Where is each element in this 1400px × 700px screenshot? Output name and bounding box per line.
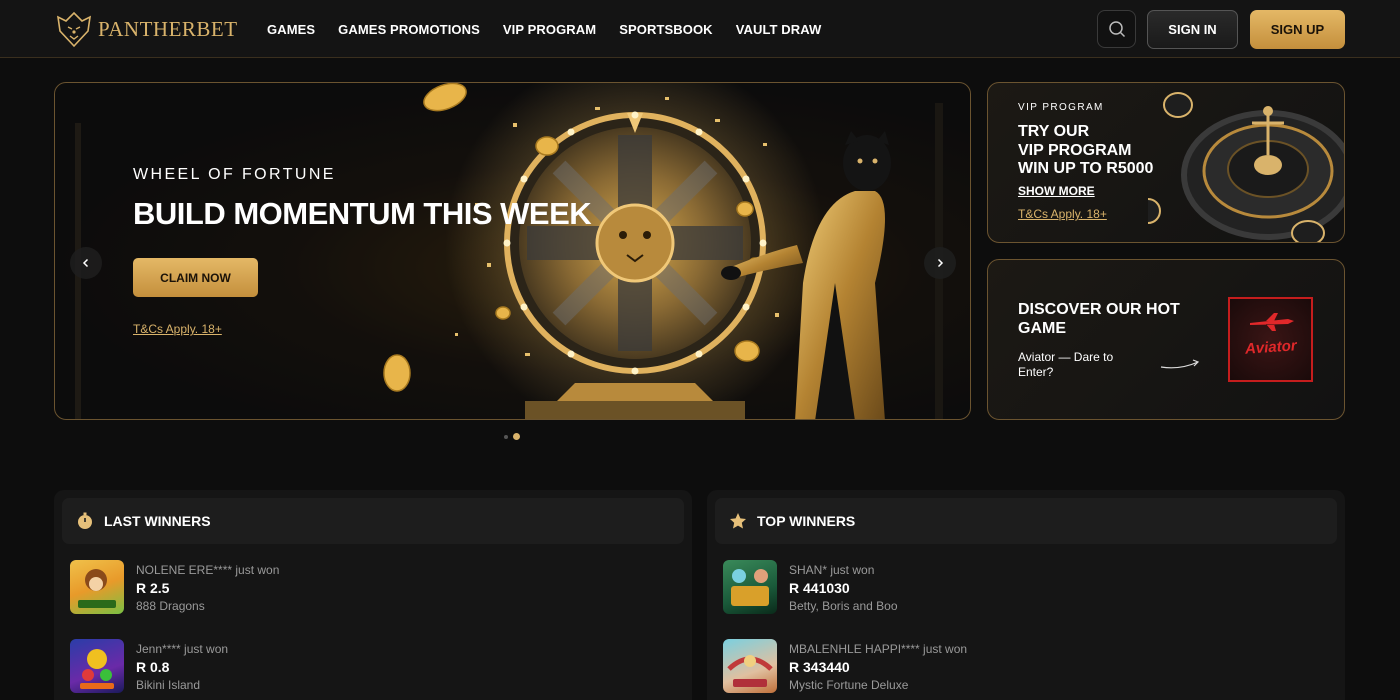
hero-eyebrow: WHEEL OF FORTUNE [133,166,336,183]
sign-up-button[interactable]: SIGN UP [1250,10,1345,49]
winner-name: Jenn**** just won [136,642,229,656]
mystic-fortune-art-icon [727,655,773,687]
stopwatch-icon [78,512,92,529]
winner-game[interactable]: Bikini Island [136,678,228,692]
vip-terms-link[interactable]: T&Cs Apply. 18+ [1018,207,1107,221]
vip-eyebrow: VIP PROGRAM [1018,102,1104,113]
star-icon [730,513,746,529]
winner-info: NOLENE ERE**** just won R 2.5 888 Dragon… [136,560,279,616]
hot-game-title-line-1: DISCOVER OUR HOT [1018,301,1180,318]
vip-show-more-link[interactable]: SHOW MORE [1018,184,1095,198]
brand-name: PANTHERBET [98,16,238,41]
vip-title-line-2: VIP PROGRAM [1018,141,1132,159]
game-thumbnail[interactable] [70,639,124,693]
chevron-left-icon [82,258,89,268]
last-winners-panel: LAST WINNERS NOLENE ERE**** just won R 2… [54,490,692,700]
top-header: PANTHERBET GAMES GAMES PROMOTIONS VIP PR… [0,0,1400,58]
winner-row[interactable]: MBALENHLE HAPPI**** just won R 343440 My… [723,639,967,695]
search-icon [1108,21,1125,38]
game-thumbnail[interactable] [723,639,777,693]
winner-name: SHAN* just won [789,563,875,577]
game-thumbnail[interactable] [723,560,777,614]
dragon-game-art-icon [78,569,116,608]
winner-info: SHAN* just won R 441030 Betty, Boris and… [789,560,898,616]
plane-icon [1250,313,1294,331]
pantherbet-logo[interactable]: PANTHERBET [54,8,238,50]
carousel-prev-button[interactable] [70,247,102,279]
nav-sportsbook[interactable]: SPORTSBOOK [619,22,712,37]
hot-game-subtitle: Aviator — Dare to Enter? [1018,350,1114,379]
winner-amount: R 343440 [789,659,850,675]
winner-name: NOLENE ERE**** just won [136,563,280,577]
sign-in-button[interactable]: SIGN IN [1147,10,1238,49]
carousel-dot-2[interactable] [513,433,520,440]
last-winners-title: LAST WINNERS [104,513,211,529]
vip-title: TRY OUR VIP PROGRAM WIN UP TO R5000 [1018,123,1153,179]
arrow-right-icon [1160,359,1200,369]
top-winners-header: TOP WINNERS [715,498,1337,544]
winner-info: MBALENHLE HAPPI**** just won R 343440 My… [789,639,967,695]
nav-games-promotions[interactable]: GAMES PROMOTIONS [338,22,480,37]
winner-amount: R 2.5 [136,580,170,596]
winner-info: Jenn**** just won R 0.8 Bikini Island [136,639,228,695]
winner-name: MBALENHLE HAPPI**** just won [789,642,968,656]
fruit-game-art-icon [80,649,114,689]
vip-title-line-3: WIN UP TO R5000 [1018,160,1154,177]
game-thumbnail[interactable] [70,560,124,614]
wheel-of-fortune-artwork [55,83,970,419]
nav-vip-program[interactable]: VIP PROGRAM [503,22,596,37]
hot-game-title: DISCOVER OUR HOT GAME [1018,300,1180,338]
winner-game[interactable]: Betty, Boris and Boo [789,599,898,613]
top-winners-panel: TOP WINNERS SHAN* just won R 441030 Bett… [707,490,1345,700]
search-button[interactable] [1097,10,1136,48]
betty-boris-boo-art-icon [731,569,769,606]
nav-games[interactable]: GAMES [267,22,315,37]
winner-row[interactable]: SHAN* just won R 441030 Betty, Boris and… [723,560,898,616]
main-nav: GAMES GAMES PROMOTIONS VIP PROGRAM SPORT… [267,0,821,58]
winner-amount: R 441030 [789,580,850,596]
chevron-right-icon [937,258,944,268]
vip-title-line-1: TRY OUR [1018,123,1090,140]
hot-game-card[interactable]: DISCOVER OUR HOT GAME Aviator — Dare to … [987,259,1345,420]
carousel-dot-1[interactable] [504,434,508,439]
top-winners-title: TOP WINNERS [757,513,856,529]
panther-emblem-icon [56,11,92,48]
hero-banner: WHEEL OF FORTUNE BUILD MOMENTUM THIS WEE… [54,82,971,420]
hot-game-title-line-2: GAME [1018,320,1066,337]
hero-terms-link[interactable]: T&Cs Apply. 18+ [133,322,222,336]
last-winners-header: LAST WINNERS [62,498,684,544]
hero-title: BUILD MOMENTUM THIS WEEK [133,196,592,231]
aviator-game-thumbnail[interactable]: Aviator [1228,297,1313,382]
carousel-next-button[interactable] [924,247,956,279]
carousel-dots [504,433,520,440]
aviator-thumb-label: Aviator [1244,337,1297,358]
winner-amount: R 0.8 [136,659,170,675]
vip-program-card[interactable]: VIP PROGRAM TRY OUR VIP PROGRAM WIN UP T… [987,82,1345,243]
nav-vault-draw[interactable]: VAULT DRAW [736,22,822,37]
winner-row[interactable]: NOLENE ERE**** just won R 2.5 888 Dragon… [70,560,279,616]
winner-row[interactable]: Jenn**** just won R 0.8 Bikini Island [70,639,228,695]
winner-game[interactable]: Mystic Fortune Deluxe [789,678,967,692]
winner-game[interactable]: 888 Dragons [136,599,279,613]
roulette-wheel-image [1148,92,1344,242]
claim-now-button[interactable]: CLAIM NOW [133,258,258,297]
